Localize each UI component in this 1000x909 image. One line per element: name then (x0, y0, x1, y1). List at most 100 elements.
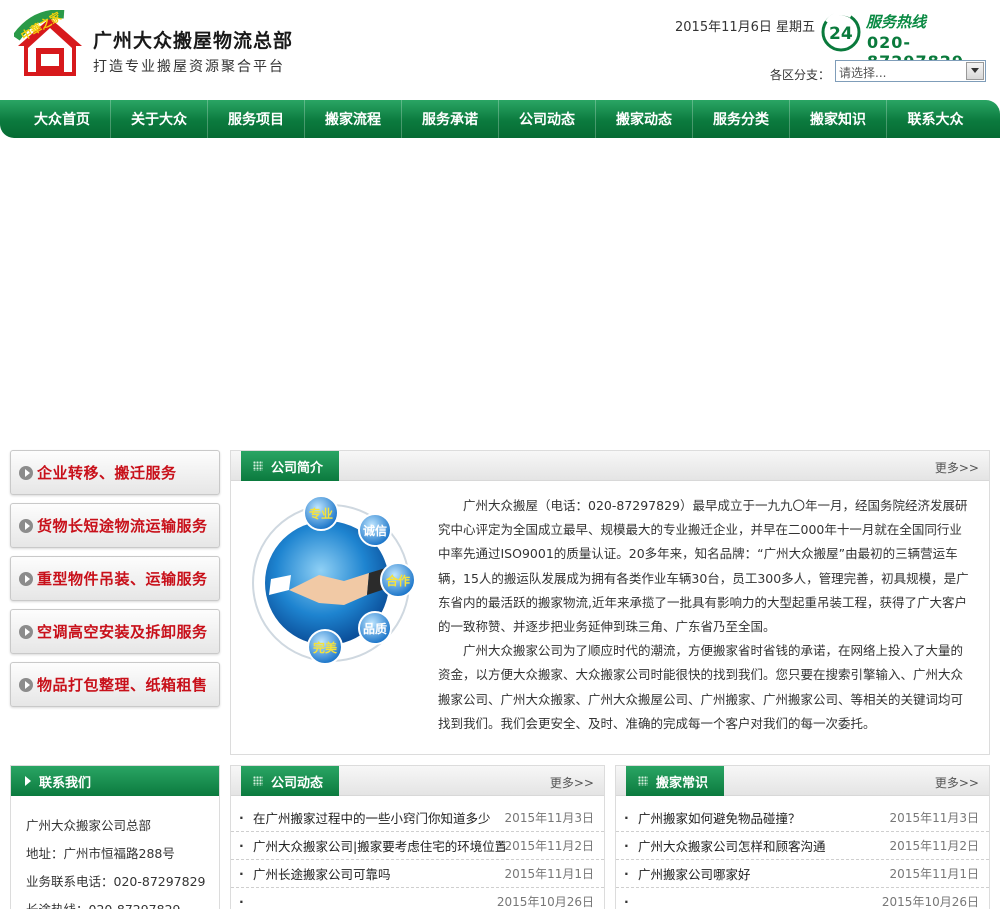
arrow-right-icon (19, 465, 33, 480)
grid-dots-icon (253, 776, 263, 786)
grid-dots-icon (253, 461, 263, 471)
tab-about[interactable]: 公司简介 (241, 451, 340, 481)
bullet-icon: · (239, 866, 244, 881)
arrow-right-icon (19, 624, 33, 639)
list-item[interactable]: · 2015年10月26日 (616, 888, 989, 909)
list-item[interactable]: · 广州大众搬家公司|搬家要考虑住宅的环境位置 2015年11月2日 (231, 832, 604, 860)
bullet-icon: · (239, 838, 244, 853)
tip-date: 2015年11月1日 (889, 867, 979, 881)
about-panel: 公司简介 更多>> 专业 诚信 合作 品质 完美 广州大众搬屋（电话：020-8… (230, 450, 990, 755)
nav-item-company-news[interactable]: 公司动态 (499, 100, 596, 138)
service-label: 空调高空安装及拆卸服务 (37, 623, 208, 641)
nav-item-categories[interactable]: 服务分类 (693, 100, 790, 138)
service-label: 重型物件吊装、运输服务 (37, 570, 208, 588)
panel-header: 联系我们 (11, 766, 219, 796)
handshake-illustration: 专业 诚信 合作 品质 完美 (249, 495, 429, 670)
nav-item-moving-news[interactable]: 搬家动态 (596, 100, 693, 138)
label-professional: 专业 (309, 506, 333, 521)
branch-label: 各区分支： (770, 68, 831, 82)
bullet-icon: · (624, 838, 629, 853)
nav-item-home[interactable]: 大众首页 (14, 100, 111, 138)
contact-address: 地址：广州市恒福路288号 (26, 846, 175, 861)
tip-title[interactable]: 广州大众搬家公司怎样和顾客沟通 (638, 836, 890, 855)
panel-header: 搬家常识 更多>> (616, 766, 989, 796)
hotline-label: 服务热线 (866, 13, 927, 31)
tip-date: 2015年10月26日 (881, 895, 979, 909)
label-quality: 品质 (363, 621, 387, 636)
current-date: 2015年11月6日 星期五 (675, 20, 816, 35)
service-button-packing[interactable]: 物品打包整理、纸箱租售 (10, 662, 220, 707)
chevron-down-icon[interactable] (966, 62, 984, 80)
tip-title[interactable]: 广州搬家如何避免物品碰撞？ (638, 808, 890, 827)
branch-select[interactable]: 请选择... (835, 60, 986, 82)
logo[interactable]: 中華之家 (12, 8, 86, 84)
tab-label: 搬家常识 (656, 775, 709, 791)
tab-label: 公司简介 (271, 460, 324, 476)
label-perfect: 完美 (313, 640, 338, 655)
moving-tips-panel: 搬家常识 更多>> · 广州搬家如何避免物品碰撞？ 2015年11月3日 · 广… (615, 765, 990, 909)
news-list: · 在广州搬家过程中的一些小窍门你知道多少 2015年11月3日 · 广州大众搬… (231, 804, 604, 909)
svg-text:24: 24 (829, 24, 853, 44)
branch-select-value: 请选择... (839, 66, 887, 80)
contact-longdistance: 长途热线：020-87297829 (26, 896, 206, 909)
grid-dots-icon (638, 776, 648, 786)
panel-header: 公司动态 更多>> (231, 766, 604, 796)
main-nav: 大众首页 关于大众 服务项目 搬家流程 服务承诺 公司动态 搬家动态 服务分类 … (0, 100, 1000, 138)
banner-area (0, 138, 1000, 445)
more-link[interactable]: 更多>> (935, 459, 979, 476)
list-item[interactable]: · 广州大众搬家公司怎样和顾客沟通 2015年11月2日 (616, 832, 989, 860)
service-button-logistics[interactable]: 货物长短途物流运输服务 (10, 503, 220, 548)
list-item[interactable]: · 广州搬家公司哪家好 2015年11月1日 (616, 860, 989, 888)
tip-date: 2015年11月3日 (889, 811, 979, 825)
tip-date: 2015年11月2日 (889, 839, 979, 853)
about-paragraph: 广州大众搬家公司为了顺应时代的潮流，方便搬家省时省钱的承诺，在网络上投入了大量的… (438, 643, 964, 731)
nav-item-contact[interactable]: 联系大众 (887, 100, 984, 138)
tab-company-news[interactable]: 公司动态 (241, 766, 340, 796)
contact-company: 广州大众搬家公司总部 (26, 818, 152, 833)
list-item[interactable]: · 广州长途搬家公司可靠吗 2015年11月1日 (231, 860, 604, 888)
nav-item-about[interactable]: 关于大众 (111, 100, 208, 138)
list-item[interactable]: · 广州搬家如何避免物品碰撞？ 2015年11月3日 (616, 804, 989, 832)
list-item[interactable]: · 2015年10月26日 (231, 888, 604, 909)
24-hour-service-icon: 24 (821, 11, 861, 52)
nav-item-process[interactable]: 搬家流程 (305, 100, 402, 138)
about-text: 广州大众搬屋（电话：020-87297829）最早成立于一九九〇年一月，经国务院… (438, 494, 973, 736)
arrow-right-icon (19, 518, 33, 533)
tab-label: 公司动态 (271, 775, 324, 791)
list-item[interactable]: · 在广州搬家过程中的一些小窍门你知道多少 2015年11月3日 (231, 804, 604, 832)
about-paragraph: 广州大众搬屋（电话：020-87297829）最早成立于一九九〇年一月，经国务院… (438, 498, 969, 635)
news-title[interactable]: 在广州搬家过程中的一些小窍门你知道多少 (253, 808, 505, 827)
contact-phone: 业务联系电话：020-87297829 (26, 874, 206, 889)
arrow-right-icon (19, 571, 33, 586)
label-integrity: 诚信 (363, 523, 387, 538)
news-date: 2015年10月26日 (496, 895, 594, 909)
news-title[interactable]: 广州长途搬家公司可靠吗 (253, 864, 505, 883)
bullet-icon: · (239, 810, 244, 825)
news-date: 2015年11月1日 (504, 867, 594, 881)
news-title[interactable]: 广州大众搬家公司|搬家要考虑住宅的环境位置 (253, 836, 505, 855)
service-button-air-conditioner[interactable]: 空调高空安装及拆卸服务 (10, 609, 220, 654)
tip-title[interactable]: 广州搬家公司哪家好 (638, 864, 890, 883)
tab-moving-tips[interactable]: 搬家常识 (626, 766, 725, 796)
contact-list: 广州大众搬家公司总部 地址：广州市恒福路288号 业务联系电话：020-8729… (26, 812, 206, 909)
panel-header: 公司简介 更多>> (231, 451, 989, 481)
arrow-right-icon (19, 677, 33, 692)
service-label: 物品打包整理、纸箱租售 (37, 676, 208, 694)
site-header: 中華之家 广州大众搬屋物流总部 打造专业搬屋资源聚合平台 2015年11月6日 … (0, 0, 1000, 100)
service-label: 企业转移、搬迁服务 (37, 464, 177, 482)
contact-panel: 联系我们 广州大众搬家公司总部 地址：广州市恒福路288号 业务联系电话：020… (10, 765, 220, 909)
service-button-relocation[interactable]: 企业转移、搬迁服务 (10, 450, 220, 495)
more-link[interactable]: 更多>> (935, 774, 979, 791)
company-news-panel: 公司动态 更多>> · 在广州搬家过程中的一些小窍门你知道多少 2015年11月… (230, 765, 605, 909)
tab-label: 联系我们 (39, 775, 92, 791)
nav-item-commitment[interactable]: 服务承诺 (402, 100, 499, 138)
bullet-icon: · (624, 810, 629, 825)
service-button-heavy-lifting[interactable]: 重型物件吊装、运输服务 (10, 556, 220, 601)
nav-item-knowledge[interactable]: 搬家知识 (790, 100, 887, 138)
label-cooperation: 合作 (386, 573, 410, 588)
arrow-right-icon (25, 776, 31, 786)
nav-item-services[interactable]: 服务项目 (208, 100, 305, 138)
more-link[interactable]: 更多>> (550, 774, 594, 791)
bullet-icon: · (624, 866, 629, 881)
news-date: 2015年11月3日 (504, 811, 594, 825)
